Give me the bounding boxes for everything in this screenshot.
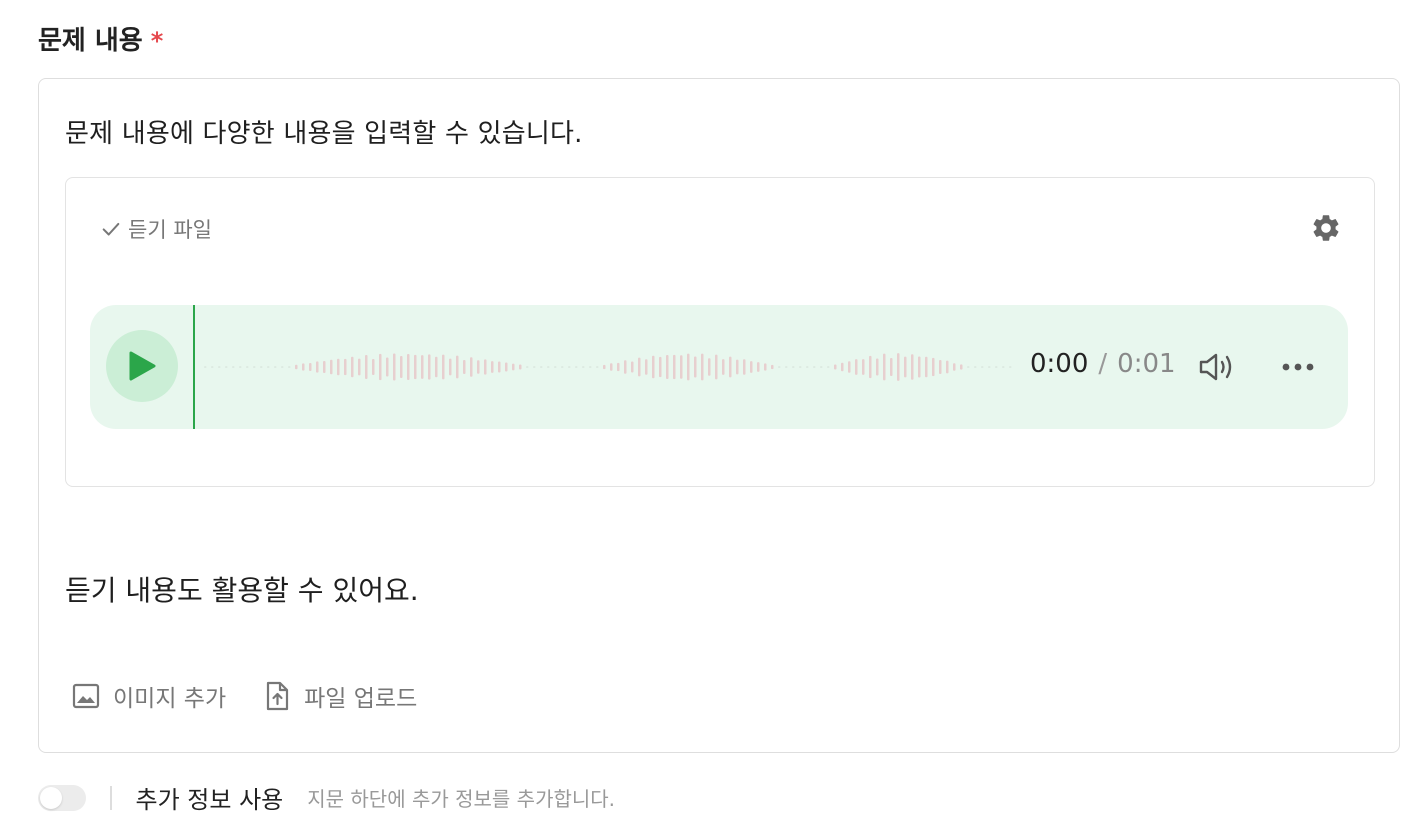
audio-label-text: 듣기 파일 [128, 218, 212, 242]
extra-info-description: 지문 하단에 추가 정보를 추가합니다. [307, 787, 616, 811]
required-mark: * [150, 27, 164, 55]
add-image-button[interactable]: 이미지 추가 [71, 679, 226, 713]
audio-block[interactable]: 듣기 파일 0:00 / 0:01 [65, 177, 1375, 487]
add-image-label: 이미지 추가 [113, 686, 227, 712]
image-icon [72, 683, 100, 709]
field-label: 문제 내용 * [38, 20, 163, 57]
divider [110, 785, 112, 810]
extra-info-row: 추가 정보 사용 지문 하단에 추가 정보를 추가합니다. [38, 780, 615, 815]
listen-text[interactable]: 듣기 내용도 활용할 수 있어요. [65, 569, 419, 609]
waveform[interactable] [202, 327, 1017, 407]
time-display: 0:00 / 0:01 [1030, 349, 1176, 379]
extra-info-title: 추가 정보 사용 [135, 786, 284, 814]
upload-file-button[interactable]: 파일 업로드 [262, 679, 417, 713]
editor-toolbar: 이미지 추가 파일 업로드 [71, 679, 417, 713]
gear-icon[interactable] [1310, 212, 1342, 244]
play-icon [129, 351, 156, 381]
upload-file-label: 파일 업로드 [304, 686, 418, 712]
duration: 0:01 [1117, 349, 1176, 379]
extra-info-toggle[interactable] [38, 784, 86, 811]
field-label-text: 문제 내용 [38, 26, 143, 56]
play-button[interactable] [106, 330, 178, 402]
audio-label: 듣기 파일 [100, 214, 212, 244]
question-content-editor[interactable]: 문제 내용에 다양한 내용을 입력할 수 있습니다. 듣기 파일 0:00 / … [38, 78, 1400, 753]
intro-text[interactable]: 문제 내용에 다양한 내용을 입력할 수 있습니다. [65, 113, 583, 150]
time-separator: / [1098, 349, 1108, 379]
file-upload-icon [267, 681, 289, 711]
audio-player: 0:00 / 0:01 [90, 305, 1348, 429]
playhead[interactable] [193, 305, 195, 429]
check-icon [102, 222, 120, 236]
volume-icon[interactable] [1198, 350, 1238, 384]
more-options-icon[interactable] [1280, 355, 1316, 379]
current-time: 0:00 [1030, 349, 1089, 379]
